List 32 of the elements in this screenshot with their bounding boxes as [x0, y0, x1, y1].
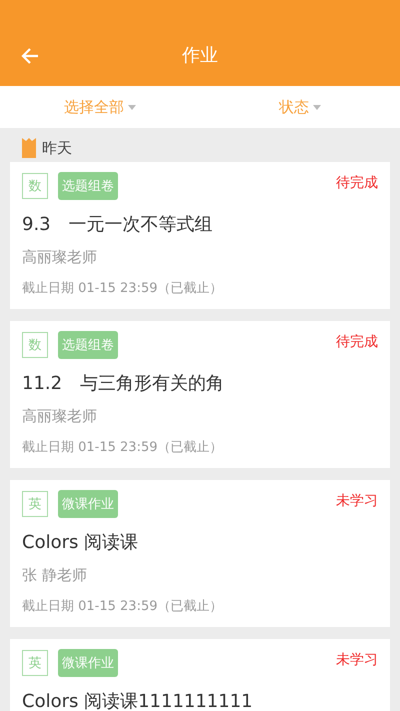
assignment-title: Colors 阅读课	[22, 531, 140, 554]
teacher-name: 高丽璨老师	[22, 407, 98, 426]
assignment-card[interactable]: 英 微课作业 未学习 Colors 阅读课 张 静老师 截止日期 01-15 23:59（已截止）	[10, 480, 390, 627]
assignment-title: Colors 阅读课1111111111	[22, 690, 254, 711]
assignment-title: 11.2 与三角形有关的角	[22, 372, 226, 395]
caret-icon	[313, 104, 321, 110]
section-label: 昨天	[42, 138, 72, 158]
status-label: 待完成	[336, 333, 378, 351]
assignment-card[interactable]: 英 微课作业 未学习 Colors 阅读课1111111111	[10, 639, 390, 711]
deadline-text: 截止日期 01-15 23:59（已截止）	[22, 280, 224, 297]
status-label: 待完成	[336, 174, 378, 192]
subject-tag: 英	[22, 491, 48, 517]
bookmark-icon	[22, 138, 36, 158]
status-label: 未学习	[336, 651, 378, 669]
type-tag: 选题组卷	[58, 331, 118, 359]
teacher-name: 张 静老师	[22, 566, 88, 585]
assignment-title: 9.3 一元一次不等式组	[22, 213, 214, 236]
subject-tag: 数	[22, 332, 48, 358]
subject-tag: 数	[22, 173, 48, 199]
type-tag: 选题组卷	[58, 172, 118, 200]
back-icon[interactable]	[20, 46, 40, 66]
page-title: 作业	[182, 44, 218, 68]
status-label: 未学习	[336, 492, 378, 510]
deadline-text: 截止日期 01-15 23:59（已截止）	[22, 598, 224, 615]
subject-tag: 英	[22, 650, 48, 676]
type-tag: 微课作业	[58, 490, 118, 518]
type-tag: 微课作业	[58, 649, 118, 677]
assignment-card[interactable]: 数 选题组卷 待完成 11.2 与三角形有关的角 高丽璨老师 截止日期 01-15 23:59（已截止）	[10, 321, 390, 468]
teacher-name: 高丽璨老师	[22, 248, 98, 267]
caret-icon	[128, 104, 136, 110]
assignment-card[interactable]: 数 选题组卷 待完成 9.3 一元一次不等式组 高丽璨老师 截止日期 01-15 23:59（已截止）	[10, 162, 390, 309]
deadline-text: 截止日期 01-15 23:59（已截止）	[22, 439, 224, 456]
